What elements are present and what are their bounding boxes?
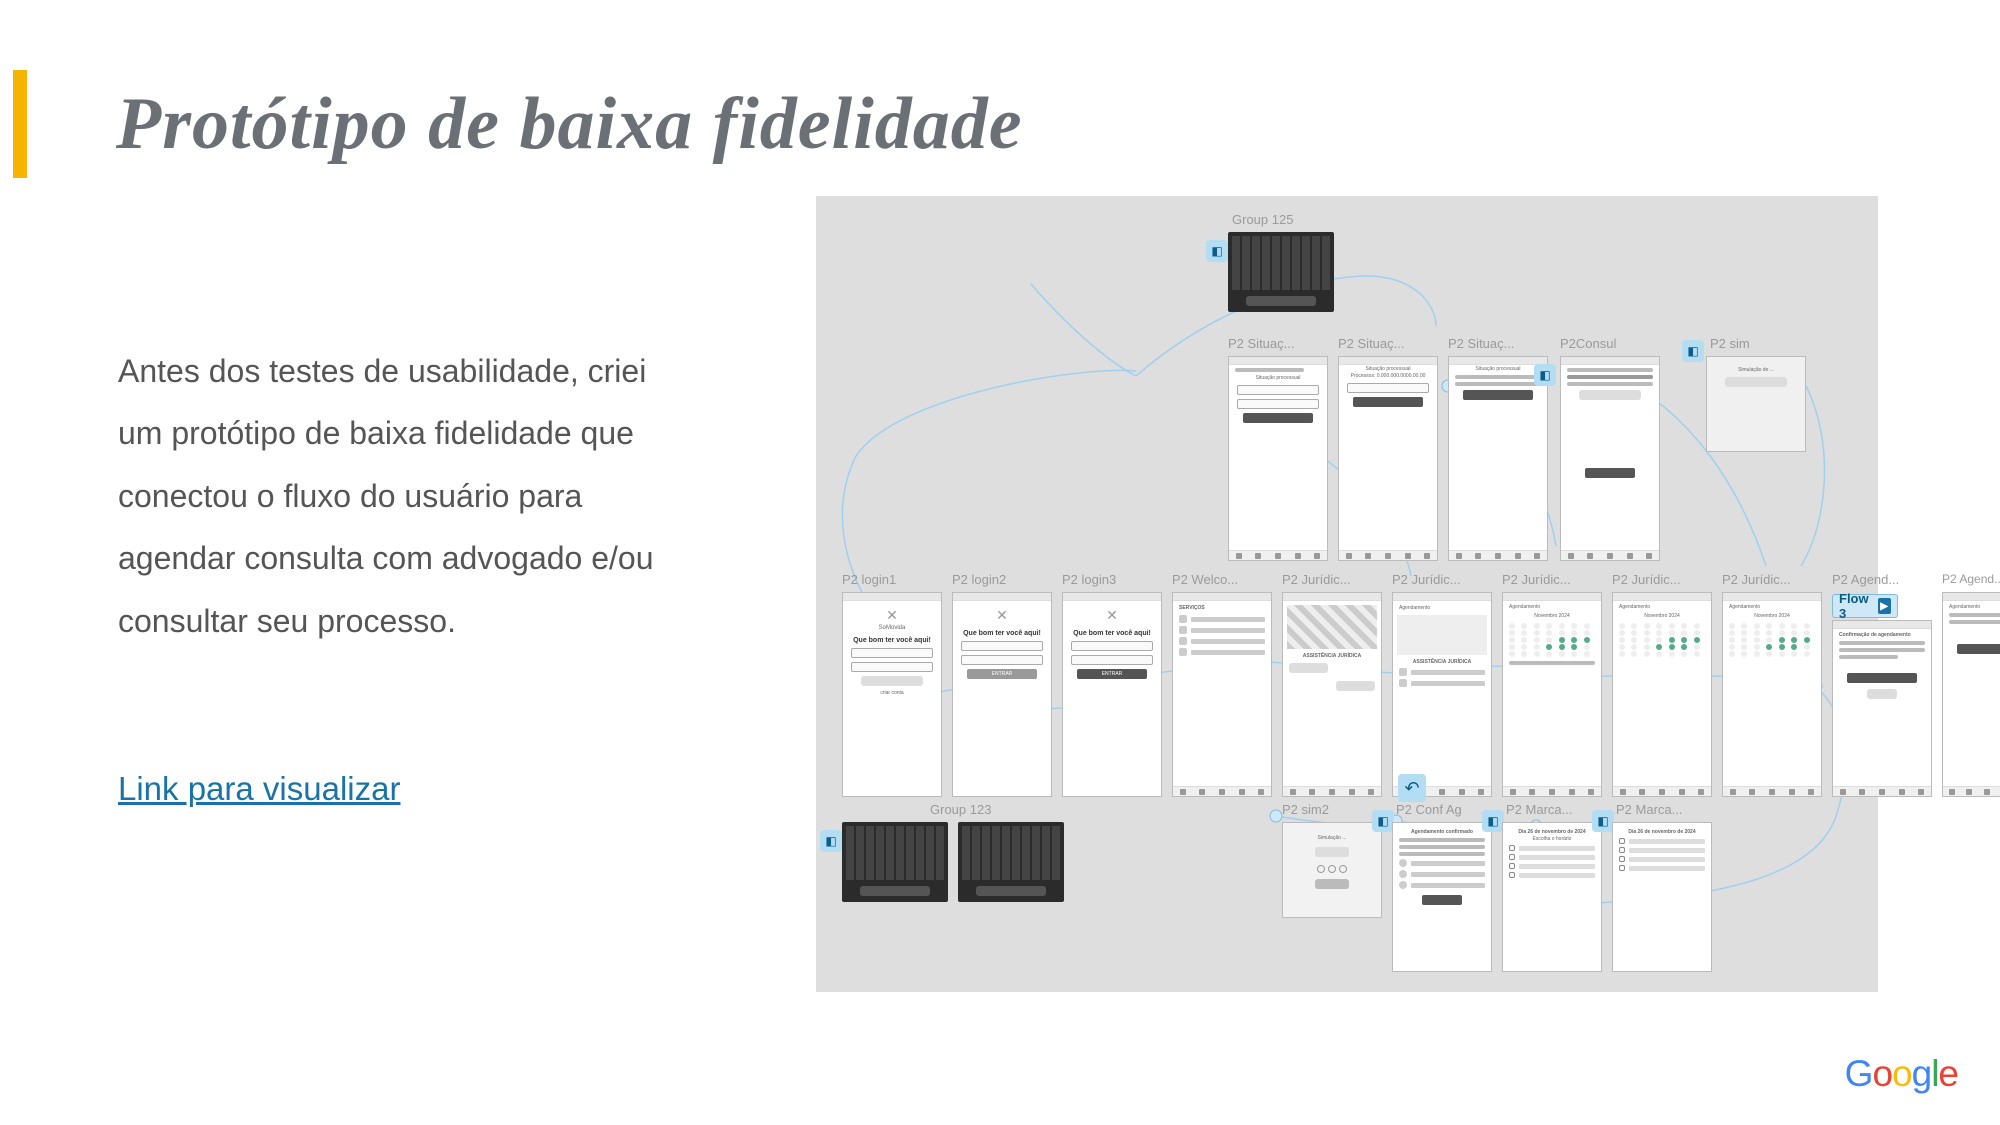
frame-label: P2 Jurídic... (1502, 572, 1571, 587)
group-label-123: Group 123 (930, 802, 991, 817)
frame-juridico-menu[interactable]: Agendamento ASSISTÊNCIA JURÍDICA (1392, 592, 1492, 797)
frame-login1[interactable]: ✕ SoMovida Que bom ter você aqui! criar … (842, 592, 942, 797)
frame-label: P2 Welco... (1172, 572, 1238, 587)
frame-label: P2 Jurídic... (1282, 572, 1351, 587)
keyboard-125 (1228, 232, 1334, 312)
flow-badge[interactable]: Flow 3▶ (1832, 594, 1898, 618)
component-icon: ◧ (1592, 810, 1614, 832)
component-icon: ◧ (1534, 364, 1556, 386)
frame-label: P2 Agend... (1942, 572, 2000, 586)
body-paragraph: Antes dos testes de usabilidade, criei u… (118, 340, 678, 652)
frame-label: P2 Marca... (1616, 802, 1682, 817)
view-prototype-link[interactable]: Link para visualizar (118, 770, 400, 808)
frame-label: P2 Situaç... (1228, 336, 1294, 351)
component-icon: ◧ (1206, 240, 1228, 262)
frame-consulta[interactable] (1560, 356, 1660, 561)
frame-sim2[interactable]: Simulação ... (1282, 822, 1382, 918)
frame-label: P2 Agend... (1832, 572, 1899, 587)
frame-label: P2 Situaç... (1338, 336, 1404, 351)
frame-login2[interactable]: ✕ Que bom ter você aqui! ENTRAR (952, 592, 1052, 797)
frame-label: P2 Jurídic... (1722, 572, 1791, 587)
prototype-canvas: Group 125 ◧ P2 Situaç... Situação proces… (816, 196, 1878, 992)
frame-label: P2 login2 (952, 572, 1006, 587)
component-icon: ◧ (1372, 810, 1394, 832)
frame-label: P2 Conf Ag (1396, 802, 1462, 817)
frame-situacao-3[interactable]: Situação processual (1448, 356, 1548, 561)
group-label-125: Group 125 (1232, 212, 1293, 227)
google-logo: Google (1845, 1053, 1958, 1095)
component-icon: ◧ (1482, 810, 1504, 832)
frame-juridico-img[interactable]: ASSISTÊNCIA JURÍDICA (1282, 592, 1382, 797)
frame-label: P2 sim (1710, 336, 1750, 351)
frame-label: P2 sim2 (1282, 802, 1329, 817)
frame-calendar-2[interactable]: Agendamento Novembro 2024 (1612, 592, 1712, 797)
frame-sim[interactable]: Simulação de ... (1706, 356, 1806, 452)
play-icon: ▶ (1878, 598, 1891, 614)
frame-label: P2 Marca... (1506, 802, 1572, 817)
frame-marca-1[interactable]: Dia 26 de novembro de 2024 Escolha o hor… (1502, 822, 1602, 972)
frame-login3[interactable]: ✕ Que bom ter você aqui! ENTRAR (1062, 592, 1162, 797)
frame-label: P2 Jurídic... (1392, 572, 1461, 587)
frame-label: P2Consul (1560, 336, 1616, 351)
frame-agend-final[interactable]: Agendamento (1942, 592, 2000, 797)
frame-situacao-2[interactable]: Situação processual Processos: 0.000.000… (1338, 356, 1438, 561)
component-icon: ◧ (820, 830, 842, 852)
frame-situacao-1[interactable]: Situação processual (1228, 356, 1328, 561)
frame-calendar-1[interactable]: Agendamento Novembro 2024 (1502, 592, 1602, 797)
frame-marca-2[interactable]: Dia 26 de novembro de 2024 (1612, 822, 1712, 972)
frame-conf-ag[interactable]: Agendamento confirmado (1392, 822, 1492, 972)
frame-calendar-3[interactable]: Agendamento Novembro 2024 (1722, 592, 1822, 797)
page-title: Protótipo de baixa fidelidade (116, 82, 1023, 167)
back-icon[interactable]: ↶ (1398, 774, 1426, 802)
frame-label: P2 Situaç... (1448, 336, 1514, 351)
frame-label: P2 Jurídic... (1612, 572, 1681, 587)
component-icon: ◧ (1682, 340, 1704, 362)
frame-label: P2 login3 (1062, 572, 1116, 587)
accent-bar (13, 70, 27, 178)
keyboard-123b (958, 822, 1064, 902)
frame-confirm-agend[interactable]: Confirmação de agendamento (1832, 620, 1932, 797)
keyboard-123a (842, 822, 948, 902)
frame-welcome[interactable]: SERVIÇOS (1172, 592, 1272, 797)
frame-label: P2 login1 (842, 572, 896, 587)
